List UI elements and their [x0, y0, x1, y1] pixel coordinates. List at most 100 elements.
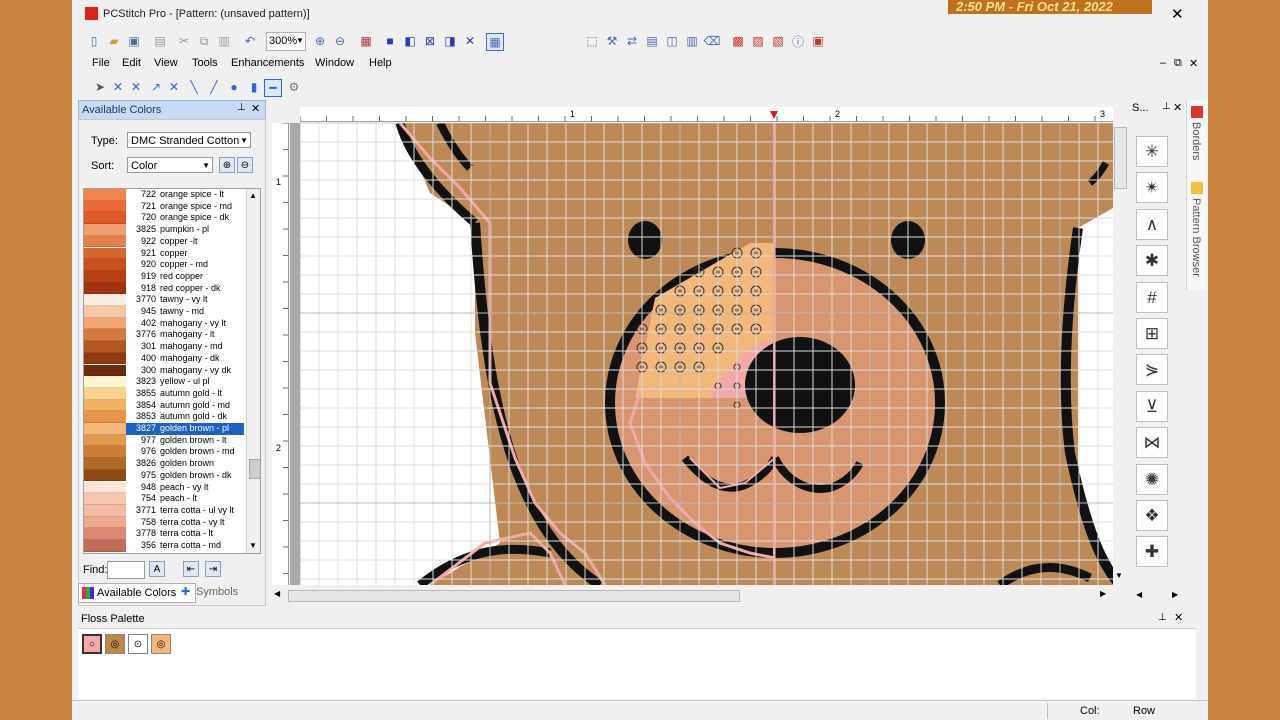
rows-icon[interactable]: ▥ — [684, 33, 700, 49]
full-stitch-icon[interactable]: ■ — [382, 33, 398, 49]
color-list-item[interactable]: 301 mahogany - md — [84, 341, 244, 353]
french-knot-icon[interactable]: ● — [226, 79, 242, 95]
pin-icon[interactable]: ⊥ — [237, 102, 246, 113]
color-list-item[interactable]: 3776 mahogany - lt — [84, 329, 244, 342]
scroll-right-icon[interactable]: ▶ — [1172, 590, 1178, 599]
menu-edit[interactable]: Edit — [122, 57, 141, 69]
color-list-scrollbar[interactable]: ▲ ▼ — [246, 189, 260, 553]
color-list-item[interactable]: 3855 autumn gold - lt — [84, 387, 244, 400]
floss-swatch[interactable]: ⊙ — [128, 634, 148, 654]
grid-stitch-icon[interactable]: ⊞ — [1136, 318, 1168, 349]
mdi-restore-button[interactable]: ⧉ — [1174, 57, 1182, 70]
grid-toggle-icon[interactable]: ▦ — [486, 33, 504, 51]
select-area-icon[interactable]: ⬚ — [584, 33, 600, 49]
options-icon[interactable]: ▣ — [810, 33, 826, 49]
sort-ascending-button[interactable]: ⊕ — [219, 157, 235, 173]
menu-enhancements[interactable]: Enhancements — [231, 57, 304, 69]
panel-close-icon[interactable]: ✕ — [1173, 101, 1182, 114]
zoom-dropdown-icon[interactable]: ▼ — [296, 32, 304, 50]
color-list-item[interactable]: 758 terra cotta - vy lt — [84, 516, 244, 529]
diamond-stitch-icon[interactable]: ❖ — [1136, 500, 1168, 531]
cross-stitch-icon[interactable]: ✚ — [1136, 536, 1168, 568]
scroll-left-icon[interactable]: ◀ — [274, 589, 280, 598]
floss-swatch[interactable]: ○ — [82, 634, 102, 654]
sort-select[interactable]: Color ▼ — [127, 157, 213, 173]
window-close-button[interactable]: ✕ — [1171, 5, 1184, 23]
pointer-icon[interactable]: ➤ — [92, 79, 108, 95]
bead-icon[interactable]: ▮ — [246, 79, 262, 95]
back-stitch-icon[interactable]: ╲ — [186, 79, 202, 95]
zoom-out-icon[interactable]: ⊖ — [332, 33, 348, 49]
color-list-item[interactable]: 945 tawny - md — [84, 306, 244, 318]
chart-icon[interactable]: ▨ — [750, 33, 766, 49]
palette-icon[interactable]: ▦ — [358, 33, 374, 49]
color-list-item[interactable]: 948 peach - vy lt — [84, 481, 244, 494]
color-list-item[interactable]: 356 terra cotta - md — [84, 540, 244, 552]
color-list-item[interactable]: 720 orange spice - dk — [84, 212, 244, 225]
color-list-item[interactable]: 3770 tawny - vy lt — [84, 294, 244, 306]
angle-stitch-icon[interactable]: ∧ — [1136, 208, 1168, 240]
color-list-item[interactable]: 3823 yellow - ul pl — [84, 376, 244, 388]
tab-symbols[interactable]: ✚ Symbols — [178, 583, 266, 601]
print-preview-icon[interactable]: ▧ — [770, 33, 786, 49]
paste-icon[interactable]: ▥ — [216, 33, 232, 49]
petite-cross-icon[interactable]: ✕ — [166, 79, 182, 95]
color-list-item[interactable]: 754 peach - lt — [84, 493, 244, 505]
type-select[interactable]: DMC Stranded Cotton ▼ — [127, 132, 251, 148]
color-list-item[interactable]: 402 mahogany - vy lt — [84, 317, 244, 330]
canvas-vscroll-thumb[interactable] — [1114, 127, 1127, 189]
pin-icon[interactable]: ⊥ — [1158, 612, 1167, 623]
find-prev-button[interactable]: ⇤ — [183, 561, 199, 577]
color-list[interactable]: ▲ ▼ 722 orange spice - lt 721 orange spice … — [83, 188, 261, 554]
list-icon[interactable]: ▤ — [644, 33, 660, 49]
new-file-icon[interactable]: ▯ — [86, 33, 102, 49]
canvas-hscroll-thumb[interactable] — [288, 590, 740, 602]
color-list-item[interactable]: 722 orange spice - lt — [84, 189, 244, 201]
quarter-cross-icon[interactable]: ✕ — [128, 79, 144, 95]
color-list-item[interactable]: 3825 pumpkin - pl — [84, 224, 244, 236]
panel-close-icon[interactable]: ✕ — [1174, 611, 1183, 624]
fish-stitch-icon[interactable]: ⊻ — [1136, 390, 1168, 422]
eraser-icon[interactable]: ⌫ — [704, 33, 721, 49]
stitch-panel-scroll[interactable]: ◀ ▶ — [1132, 590, 1182, 604]
menu-help[interactable]: Help — [369, 57, 392, 69]
scroll-right-icon[interactable]: ▶ — [1100, 589, 1106, 598]
asterisk-stitch-icon[interactable]: ✱ — [1136, 245, 1168, 277]
scroll-down-icon[interactable]: ▼ — [249, 541, 257, 550]
columns-icon[interactable]: ◫ — [664, 33, 680, 49]
floss-swatch[interactable]: ◎ — [151, 634, 171, 654]
color-list-item[interactable]: 400 mahogany - dk — [84, 352, 244, 365]
scroll-left-icon[interactable]: ◀ — [1136, 590, 1142, 599]
color-list-item[interactable]: 3827 golden brown - pl — [84, 423, 244, 435]
menu-file[interactable]: File — [92, 57, 110, 69]
tab-pattern-browser[interactable]: Pattern Browser — [1190, 198, 1202, 277]
floss-swatch[interactable]: ◎ — [105, 634, 125, 654]
find-input[interactable] — [107, 561, 145, 579]
color-list-item[interactable]: 3771 terra cotta - ul vy lt — [84, 504, 244, 517]
quarter-stitch-icon[interactable]: ⊠ — [422, 33, 438, 49]
zoom-in-icon[interactable]: ⊕ — [312, 33, 328, 49]
fan-stitch-icon[interactable]: ✺ — [1136, 463, 1168, 495]
hash-stitch-icon[interactable]: # — [1136, 281, 1168, 313]
color-list-item[interactable]: 918 red copper - dk — [84, 282, 244, 295]
star-stitch-icon[interactable]: ✳ — [1136, 136, 1168, 167]
color-list-item[interactable]: 3853 autumn gold - dk — [84, 411, 244, 423]
copy-icon[interactable]: ⧉ — [196, 33, 212, 49]
specialty-stitch-icon[interactable]: ⚙ — [286, 79, 302, 95]
menu-window[interactable]: Window — [315, 57, 354, 69]
find-button[interactable]: A — [149, 561, 165, 577]
menu-tools[interactable]: Tools — [192, 57, 218, 69]
print-icon[interactable]: ▤ — [152, 33, 168, 49]
color-list-item[interactable]: 975 golden brown - dk — [84, 469, 244, 482]
canvas-horizontal-scrollbar[interactable]: ◀ ▶ — [270, 588, 1113, 602]
straight-line-icon[interactable]: ━ — [264, 79, 282, 97]
menu-view[interactable]: View — [154, 57, 178, 69]
scroll-down-icon[interactable]: ▼ — [1115, 571, 1123, 580]
line-stitch-icon[interactable]: ╱ — [206, 79, 222, 95]
color-list-item[interactable]: 922 copper -lt — [84, 235, 244, 248]
scroll-thumb[interactable] — [249, 459, 260, 479]
color-list-item[interactable]: 921 copper — [84, 247, 244, 260]
cut-icon[interactable]: ✂ — [176, 33, 192, 49]
export-icon[interactable]: ▩ — [730, 33, 746, 49]
bow-stitch-icon[interactable]: ⋈ — [1136, 427, 1168, 459]
